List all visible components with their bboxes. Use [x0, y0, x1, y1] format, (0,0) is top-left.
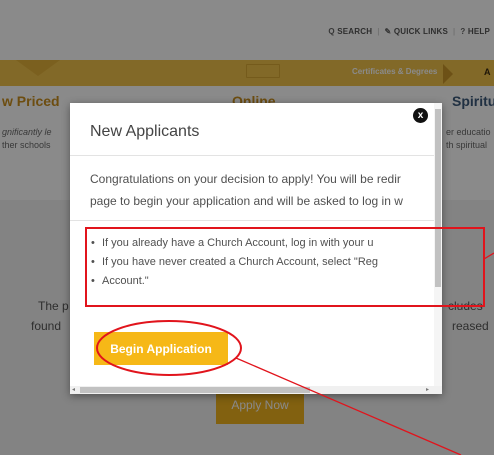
- new-applicants-modal: New Applicants Congratulations on your d…: [70, 103, 442, 394]
- modal-divider: [70, 220, 434, 221]
- list-item: If you already have a Church Account, lo…: [90, 234, 378, 253]
- close-icon[interactable]: x: [413, 108, 428, 123]
- scrollbar-thumb[interactable]: [435, 109, 441, 287]
- list-item-continuation: Account.": [90, 272, 378, 291]
- modal-title: New Applicants: [90, 123, 200, 140]
- modal-message: Congratulations on your decision to appl…: [90, 168, 403, 212]
- modal-horizontal-scrollbar[interactable]: ◂ ▸: [70, 386, 442, 394]
- modal-message-line: page to begin your application and will …: [90, 194, 403, 208]
- modal-message-line: Congratulations on your decision to appl…: [90, 172, 401, 186]
- scroll-left-arrow-icon[interactable]: ◂: [72, 386, 75, 394]
- begin-application-button[interactable]: Begin Application: [94, 332, 228, 365]
- list-item-continuation-text: Account.": [102, 275, 149, 287]
- modal-divider: [70, 155, 434, 156]
- scrollbar-thumb[interactable]: [80, 387, 310, 393]
- scroll-right-arrow-icon[interactable]: ▸: [426, 386, 429, 394]
- modal-vertical-scrollbar[interactable]: [434, 103, 442, 386]
- list-item: If you have never created a Church Accou…: [90, 253, 378, 272]
- instructions-list: If you already have a Church Account, lo…: [90, 234, 378, 291]
